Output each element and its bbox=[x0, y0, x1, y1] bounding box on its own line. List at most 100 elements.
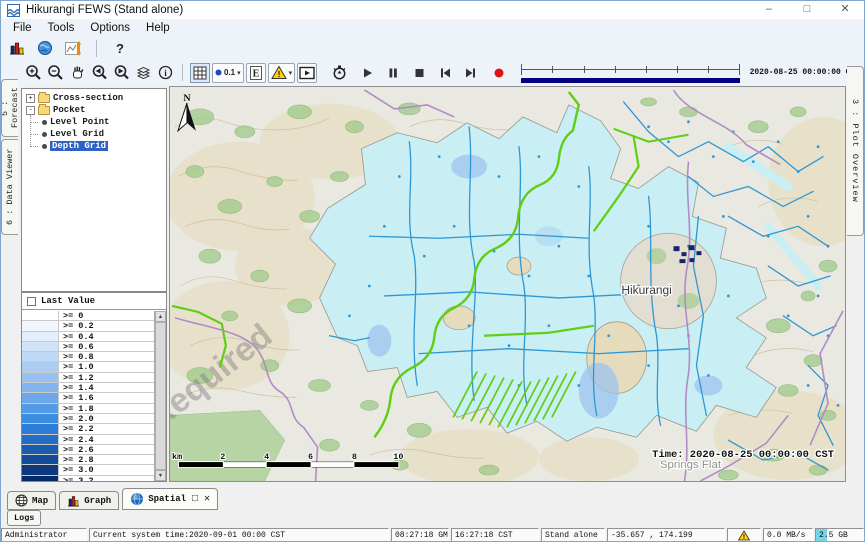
window-title: Hikurangi FEWS (Stand alone) bbox=[26, 4, 183, 16]
legend-label: >= 3.2 bbox=[59, 476, 94, 481]
legend-toggle-button[interactable]: E bbox=[246, 63, 266, 83]
expand-icon[interactable]: + bbox=[26, 94, 35, 103]
minimize-button[interactable]: – bbox=[750, 1, 788, 19]
threshold-dropdown[interactable]: 0.1 ▾ bbox=[212, 63, 244, 83]
legend-row[interactable]: >= 0.2 bbox=[22, 321, 154, 331]
tree-item[interactable]: + Cross-section bbox=[22, 92, 166, 104]
tab-restore-icon[interactable]: □ bbox=[192, 494, 198, 505]
legend-row[interactable]: >= 0.4 bbox=[22, 332, 154, 342]
database-icon[interactable] bbox=[7, 38, 27, 58]
legend-row[interactable]: >= 3.0 bbox=[22, 465, 154, 475]
chevron-down-icon: ▾ bbox=[237, 69, 241, 77]
status-warning-cell[interactable]: ! bbox=[727, 528, 761, 542]
zoom-next-icon[interactable] bbox=[111, 63, 131, 83]
legend-row[interactable]: >= 1.4 bbox=[22, 383, 154, 393]
status-mode: Stand alone bbox=[541, 528, 605, 542]
pan-hand-icon[interactable] bbox=[67, 63, 87, 83]
menu-item-tools[interactable]: Tools bbox=[40, 20, 83, 37]
maximize-button[interactable]: □ bbox=[788, 1, 826, 19]
legend-row[interactable]: >= 2.8 bbox=[22, 455, 154, 465]
last-value-checkbox[interactable] bbox=[27, 297, 36, 306]
legend-panel: Last Value >= 0>= 0.2>= 0.4>= 0.6>= 0.8>… bbox=[21, 292, 167, 482]
skip-to-start-button[interactable] bbox=[435, 63, 455, 83]
globe-icon[interactable] bbox=[35, 38, 55, 58]
tab-graph[interactable]: Graph bbox=[59, 491, 119, 510]
tab-spatial[interactable]: Spatial □ ✕ bbox=[122, 488, 218, 510]
legend-row[interactable]: >= 3.2 bbox=[22, 476, 154, 481]
last-value-label: Last Value bbox=[41, 296, 95, 306]
legend-row[interactable]: >= 1.0 bbox=[22, 362, 154, 372]
menu-item-help[interactable]: Help bbox=[138, 20, 178, 37]
map-view[interactable]: API Key Required API bbox=[169, 86, 846, 482]
timeline-slider[interactable] bbox=[521, 61, 739, 85]
logs-button[interactable]: Logs bbox=[7, 510, 41, 526]
legend-rows: >= 0>= 0.2>= 0.4>= 0.6>= 0.8>= 1.0>= 1.2… bbox=[22, 311, 154, 481]
legend-label: >= 0 bbox=[59, 311, 83, 320]
legend-row[interactable]: >= 2.6 bbox=[22, 445, 154, 455]
tree-items: + Cross-section - PocketLevel PointLevel Gr… bbox=[22, 92, 166, 152]
tab-forecast[interactable]: 5 : Forecast bbox=[1, 79, 18, 137]
chart-export-icon[interactable] bbox=[63, 38, 83, 58]
legend-swatch bbox=[22, 383, 59, 392]
legend-label: >= 0.6 bbox=[59, 342, 94, 351]
grid-display-button[interactable] bbox=[190, 63, 210, 83]
legend-row[interactable]: >= 2.0 bbox=[22, 414, 154, 424]
legend-label: >= 0.4 bbox=[59, 332, 94, 341]
scroll-thumb[interactable] bbox=[155, 322, 166, 470]
legend-label: >= 1.4 bbox=[59, 383, 94, 392]
svg-text:km: km bbox=[172, 452, 182, 462]
tree-item-label: Pocket bbox=[53, 105, 85, 115]
legend-row[interactable]: >= 2.2 bbox=[22, 424, 154, 434]
legend-row[interactable]: >= 1.2 bbox=[22, 373, 154, 383]
help-icon[interactable]: ? bbox=[110, 38, 130, 58]
svg-text:!: ! bbox=[742, 534, 746, 541]
tab-plot-overview[interactable]: 3 : Plot Overview bbox=[847, 66, 864, 236]
legend-row[interactable]: >= 0 bbox=[22, 311, 154, 321]
animation-loop-icon[interactable] bbox=[329, 63, 349, 83]
zoom-in-icon[interactable] bbox=[23, 63, 43, 83]
svg-text:i: i bbox=[164, 68, 167, 78]
close-button[interactable]: ✕ bbox=[826, 1, 864, 19]
tab-map[interactable]: Map bbox=[7, 491, 56, 510]
pause-button[interactable] bbox=[383, 63, 403, 83]
svg-text:10: 10 bbox=[393, 452, 403, 462]
legend-row[interactable]: >= 0.8 bbox=[22, 352, 154, 362]
tree-item[interactable]: Level Grid bbox=[22, 128, 166, 140]
scroll-up-icon[interactable]: ▲ bbox=[155, 311, 166, 322]
record-button[interactable] bbox=[489, 63, 509, 83]
tree-item[interactable]: - Pocket bbox=[22, 104, 166, 116]
app-window: Hikurangi FEWS (Stand alone) – □ ✕ FileT… bbox=[0, 0, 865, 542]
play-button[interactable] bbox=[357, 63, 377, 83]
tab-graph-label: Graph bbox=[84, 496, 111, 506]
zoom-out-icon[interactable] bbox=[45, 63, 65, 83]
app-logo-icon bbox=[7, 4, 20, 17]
scroll-down-icon[interactable]: ▼ bbox=[155, 470, 166, 481]
status-user: Administrator bbox=[1, 528, 87, 542]
info-icon[interactable]: i bbox=[155, 63, 175, 83]
legend-row[interactable]: >= 2.4 bbox=[22, 435, 154, 445]
timeline-period-bar bbox=[521, 78, 739, 83]
movie-export-button[interactable] bbox=[297, 63, 317, 83]
legend-swatch bbox=[22, 362, 59, 371]
menu-item-file[interactable]: File bbox=[5, 20, 40, 37]
legend-row[interactable]: >= 0.6 bbox=[22, 342, 154, 352]
legend-scrollbar[interactable]: ▲ ▼ bbox=[154, 311, 166, 481]
tab-data-viewer[interactable]: 6 : Data Viewer bbox=[1, 139, 18, 235]
menu-item-options[interactable]: Options bbox=[82, 20, 138, 37]
tab-close-icon[interactable]: ✕ bbox=[204, 493, 210, 505]
zoom-previous-icon[interactable] bbox=[89, 63, 109, 83]
skip-to-end-button[interactable] bbox=[461, 63, 481, 83]
layers-icon[interactable] bbox=[133, 63, 153, 83]
collapse-icon[interactable]: - bbox=[26, 106, 35, 115]
legend-swatch bbox=[22, 393, 59, 402]
tree-item[interactable]: Level Point bbox=[22, 116, 166, 128]
legend-label: >= 3.0 bbox=[59, 465, 94, 474]
legend-row[interactable]: >= 1.6 bbox=[22, 393, 154, 403]
stop-button[interactable] bbox=[409, 63, 429, 83]
toolbar-separator bbox=[182, 64, 183, 81]
tree-item-label: Cross-section bbox=[53, 93, 123, 103]
legend-row[interactable]: >= 1.8 bbox=[22, 404, 154, 414]
tree-item-label: Level Grid bbox=[50, 129, 104, 139]
warning-dropdown[interactable]: ! ▾ bbox=[268, 63, 296, 83]
tree-item[interactable]: Depth Grid bbox=[22, 140, 166, 152]
